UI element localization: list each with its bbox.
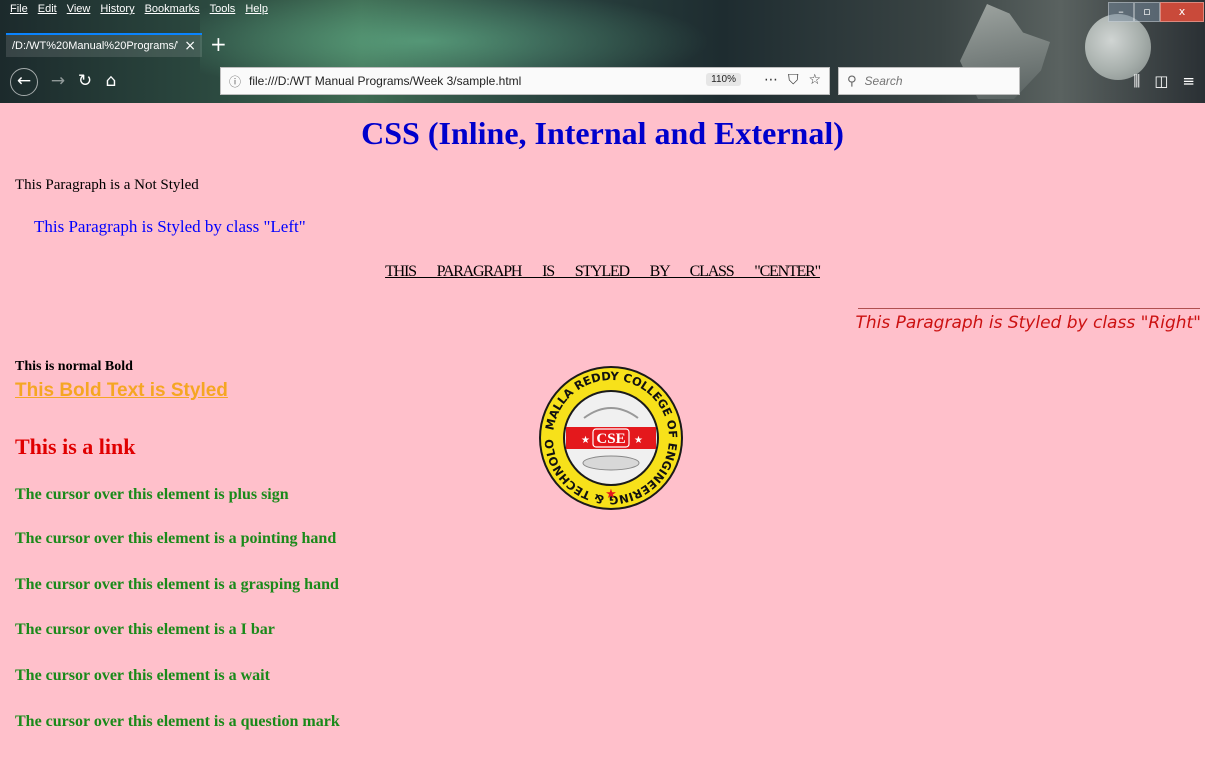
menu-tools[interactable]: Tools [210,0,236,18]
paragraph-center: THIS PARAGRAPH IS STYLED BY CLASS "CENTE… [385,263,821,280]
hamburger-menu-icon[interactable]: ≡ [1182,72,1195,90]
cursor-grab-item[interactable]: The cursor over this element is a graspi… [15,576,339,594]
url-text[interactable]: file:///D:/WT Manual Programs/Week 3/sam… [249,74,521,88]
pocket-icon[interactable]: ⛉ [788,72,799,88]
menu-file[interactable]: File [10,0,28,18]
svg-text:★: ★ [605,487,617,502]
back-icon[interactable]: ← [10,68,38,96]
reload-icon[interactable]: ↻ [74,68,96,94]
cursor-help-item[interactable]: The cursor over this element is a questi… [15,713,340,731]
cursor-crosshair-item[interactable]: The cursor over this element is plus sig… [15,486,289,504]
tab-close-icon[interactable]: × [184,38,196,54]
nav-toolbar: ← → ↻ ⌂ ⓘ file:///D:/WT Manual Programs/… [0,62,1205,100]
college-logo: MALLA REDDY COLLEGE OF ENGINEERING & TEC… [536,363,683,510]
toolbar-right: ⫼ ◫ ≡ [1133,72,1195,90]
menu-bookmarks[interactable]: Bookmarks [145,0,200,18]
library-icon[interactable]: ⫼ [1133,72,1140,90]
paragraph-not-styled: This Paragraph is a Not Styled [15,177,199,193]
page-actions-icon[interactable]: ⋯ [764,72,778,88]
sidebar-icon[interactable]: ◫ [1154,72,1168,90]
url-bar[interactable]: ⓘ file:///D:/WT Manual Programs/Week 3/s… [220,67,830,95]
search-icon: ⚲ [847,73,857,89]
home-icon[interactable]: ⌂ [100,68,122,94]
svg-text:★: ★ [634,435,643,446]
forward-icon[interactable]: → [48,68,68,94]
cursor-wait-item[interactable]: The cursor over this element is a wait [15,667,270,685]
menu-edit[interactable]: Edit [38,0,57,18]
cursor-text-item[interactable]: The cursor over this element is a I bar [15,621,275,639]
tab-active[interactable]: /D:/WT%20Manual%20Programs/V × [6,33,202,57]
paragraph-left: This Paragraph is Styled by class "Left" [34,217,306,236]
info-icon[interactable]: ⓘ [229,73,241,90]
new-tab-button[interactable]: + [210,32,227,56]
paragraph-right: This Paragraph is Styled by class "Right… [855,313,1201,333]
bold-styled-text: This Bold Text is Styled [15,380,228,401]
window-controls: – ▫ x [1108,2,1204,22]
bold-normal-text: This is normal Bold [15,359,133,374]
right-rule [858,308,1200,309]
zoom-badge[interactable]: 110% [706,73,741,86]
minimize-button[interactable]: – [1108,2,1134,22]
browser-chrome: File Edit View History Bookmarks Tools H… [0,0,1205,103]
page-content: CSS (Inline, Internal and External) This… [0,103,1205,770]
svg-text:★: ★ [581,435,590,446]
menu-view[interactable]: View [67,0,91,18]
sample-link[interactable]: This is a link [15,434,135,460]
logo-cse-text: CSE [596,431,625,447]
cursor-pointer-item[interactable]: The cursor over this element is a pointi… [15,530,336,548]
tab-title: /D:/WT%20Manual%20Programs/V [12,40,179,52]
page-heading: CSS (Inline, Internal and External) [361,115,844,151]
close-window-button[interactable]: x [1160,2,1204,22]
menu-help[interactable]: Help [245,0,268,18]
maximize-button[interactable]: ▫ [1134,2,1160,22]
menu-history[interactable]: History [100,0,134,18]
bookmark-star-icon[interactable]: ☆ [808,72,821,88]
search-bar[interactable]: ⚲ [838,67,1020,95]
search-input[interactable] [862,73,1007,89]
menu-bar: File Edit View History Bookmarks Tools H… [0,0,268,18]
